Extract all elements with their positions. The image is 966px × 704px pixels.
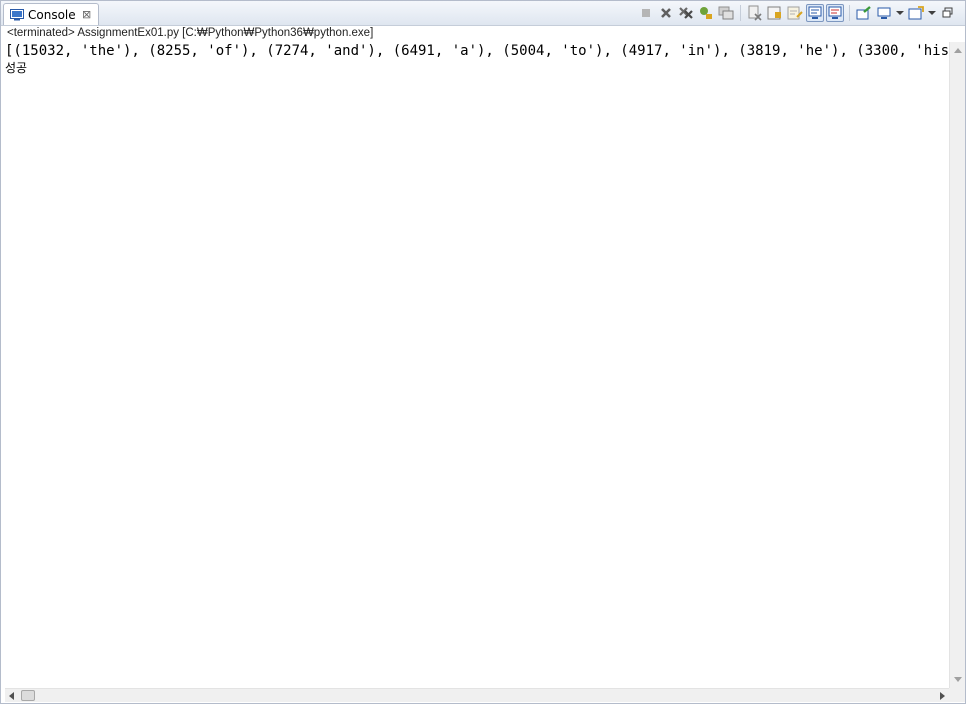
show-on-stderr-icon[interactable]: [826, 4, 844, 22]
tab-console[interactable]: Console ⊠: [3, 3, 99, 25]
scroll-down-icon[interactable]: [954, 677, 962, 682]
tab-bar: Console ⊠: [1, 1, 965, 26]
output-line: [(15032, 'the'), (8255, 'of'), (7274, 'a…: [5, 43, 949, 59]
console-view: Console ⊠ <terminated> AssignmentEx01.py…: [0, 0, 966, 704]
terminate-icon[interactable]: [637, 4, 655, 22]
toolbar-separator: [849, 5, 850, 21]
vertical-scrollbar[interactable]: [949, 42, 965, 688]
console-toolbar: [637, 4, 957, 22]
process-status: <terminated> AssignmentEx01.py [C:₩Pytho…: [7, 27, 374, 39]
copy-console-icon[interactable]: [717, 4, 735, 22]
chevron-down-icon[interactable]: [895, 4, 905, 22]
console-output[interactable]: [(15032, 'the'), (8255, 'of'), (7274, 'a…: [5, 42, 949, 688]
remove-launch-icon[interactable]: [657, 4, 675, 22]
display-selected-console-icon[interactable]: [875, 4, 893, 22]
chevron-down-icon[interactable]: [927, 4, 937, 22]
clear-console-icon[interactable]: [746, 4, 764, 22]
scroll-left-icon[interactable]: [9, 692, 14, 700]
remove-all-terminated-icon[interactable]: [677, 4, 695, 22]
scroll-lock-icon[interactable]: [766, 4, 784, 22]
scroll-right-icon[interactable]: [940, 692, 945, 700]
scrollbar-corner: [949, 688, 965, 702]
scroll-up-icon[interactable]: [954, 48, 962, 53]
output-line: 성공: [5, 61, 28, 75]
tab-label: Console: [28, 7, 76, 22]
console-icon: [10, 8, 24, 21]
scrollbar-thumb[interactable]: [21, 690, 35, 701]
word-wrap-icon[interactable]: [786, 4, 804, 22]
show-on-stdout-icon[interactable]: [806, 4, 824, 22]
toolbar-separator: [740, 5, 741, 21]
debug-relaunch-icon[interactable]: [697, 4, 715, 22]
minimize-icon[interactable]: [939, 4, 957, 22]
pin-console-icon[interactable]: [855, 4, 873, 22]
open-console-icon[interactable]: [907, 4, 925, 22]
horizontal-scrollbar[interactable]: [5, 688, 949, 702]
close-icon[interactable]: ⊠: [82, 9, 92, 20]
